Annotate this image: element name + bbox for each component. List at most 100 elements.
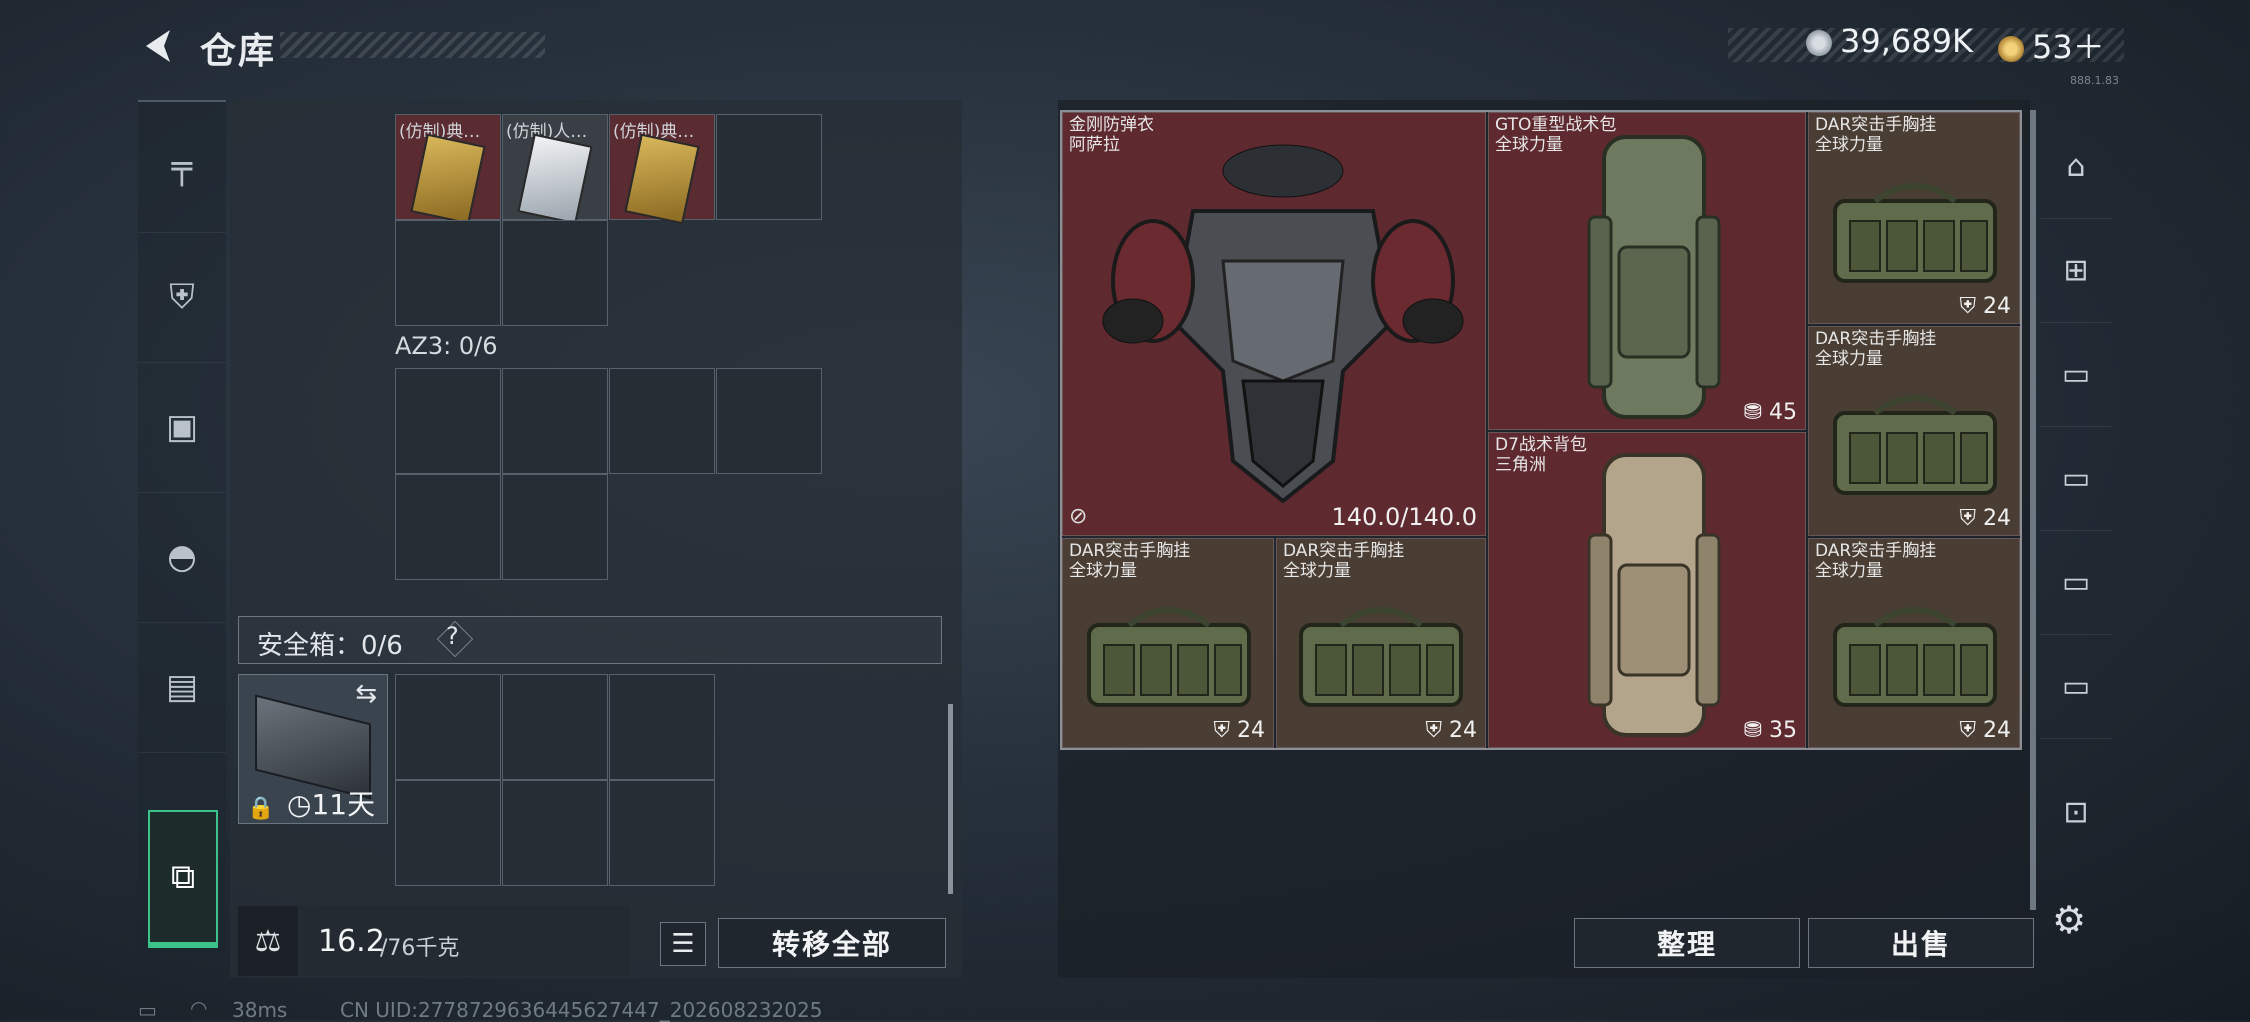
- sort-button[interactable]: 整理: [1574, 918, 1800, 968]
- bag2-count: 35: [1769, 718, 1797, 743]
- rig-capacity-icon: ⛨: [1959, 718, 1983, 743]
- slot-4-icon[interactable]: ▭: [2040, 530, 2112, 635]
- chest-rig-icon: [1299, 607, 1463, 707]
- sidebar-item-armor[interactable]: ⛨: [138, 232, 226, 363]
- vault-icon[interactable]: ⌂: [2040, 114, 2112, 219]
- empty-slot[interactable]: [395, 474, 501, 580]
- sell-button[interactable]: 出售: [1808, 918, 2034, 968]
- empty-slot[interactable]: [502, 674, 608, 780]
- item-armor[interactable]: 金刚防弹衣 阿萨拉 ⊘ 140.0/140.0: [1062, 112, 1486, 536]
- toolbox-icon: ⧉: [170, 857, 196, 897]
- empty-slot[interactable]: [609, 368, 715, 474]
- rig-count: 24: [1237, 718, 1265, 743]
- sidebar-item-rig[interactable]: ▤: [138, 622, 226, 753]
- empty-slot[interactable]: [395, 780, 501, 886]
- capacity-icon: ⛃: [1743, 718, 1769, 743]
- battery-icon: ▭: [138, 998, 157, 1022]
- rig-capacity-icon: ⛨: [1213, 718, 1237, 743]
- safebox-label: 安全箱：0/6: [257, 631, 403, 661]
- empty-slot[interactable]: [716, 114, 822, 220]
- weight-icon: ⚖: [238, 906, 298, 976]
- bag2-capacity: ⛃ 35: [1744, 718, 1797, 743]
- ping-label: 38ms: [232, 998, 288, 1022]
- inventory-item[interactable]: (仿制)典…: [395, 114, 501, 225]
- rig-count: 24: [1983, 718, 2011, 743]
- empty-slot[interactable]: [716, 368, 822, 474]
- rig-name: DAR突击手胸挂: [1283, 541, 1405, 561]
- item-name: DAR突击手胸挂 全球力量: [1069, 541, 1190, 581]
- sidebar-item-backpack[interactable]: ▣: [138, 362, 226, 493]
- backpack-icon: ▣: [165, 407, 199, 447]
- armor-durability: 140.0/140.0: [1331, 503, 1478, 531]
- backpack-icon: [1587, 453, 1721, 737]
- inventory-item[interactable]: (仿制)人…: [502, 114, 608, 225]
- item-chest-rig[interactable]: DAR突击手胸挂 全球力量 ⛨ 24: [1808, 538, 2020, 748]
- item-chest-rig[interactable]: DAR突击手胸挂 全球力量 ⛨ 24: [1062, 538, 1274, 748]
- slot-3-icon[interactable]: ▭: [2040, 426, 2112, 531]
- card-icon: [410, 133, 486, 225]
- rig-capacity: ⛨ 24: [1960, 718, 2012, 743]
- rig-count: 24: [1983, 506, 2011, 531]
- weapon-icon: ╤: [171, 147, 193, 187]
- weight-current: 16.2: [318, 924, 385, 959]
- armor-vest-icon: [1102, 144, 1464, 504]
- back-arrow-icon[interactable]: [138, 26, 178, 66]
- rig-name: DAR突击手胸挂: [1069, 541, 1191, 561]
- list-view-icon[interactable]: ☰: [660, 922, 706, 966]
- rig-name: DAR突击手胸挂: [1815, 541, 1937, 561]
- sidebar-item-toolbox[interactable]: ⧉: [148, 810, 218, 948]
- rig-capacity: ⛨ 24: [1214, 718, 1266, 743]
- item-backpack-d7[interactable]: D7战术背包 三角洲 ⛃ 35: [1488, 432, 1806, 748]
- swap-icon[interactable]: ⇆: [355, 679, 377, 709]
- left-scrollbar[interactable]: [948, 704, 953, 894]
- rig-capacity: ⛨ 24: [1426, 718, 1478, 743]
- rig-name: DAR突击手胸挂: [1815, 115, 1937, 135]
- card-icon: [624, 133, 700, 225]
- empty-slot[interactable]: [395, 368, 501, 474]
- chest-rig-icon: [1833, 607, 1997, 707]
- item-name: DAR突击手胸挂 全球力量: [1815, 115, 1936, 155]
- ticket-amount: 53＋: [2032, 28, 2105, 66]
- empty-slot[interactable]: [395, 220, 501, 326]
- empty-slot[interactable]: [609, 780, 715, 886]
- item-chest-rig[interactable]: DAR突击手胸挂 全球力量 ⛨ 24: [1276, 538, 1486, 748]
- empty-slot[interactable]: [502, 474, 608, 580]
- card-icon: [517, 133, 593, 225]
- empty-slot[interactable]: [395, 674, 501, 780]
- rig-capacity: ⛨ 24: [1960, 506, 2012, 531]
- inventory-item[interactable]: (仿制)典…: [609, 114, 715, 225]
- folder-slot-icon[interactable]: ▭: [2040, 322, 2112, 427]
- title-stripe: [280, 32, 545, 58]
- slot-5-icon[interactable]: ▭: [2040, 634, 2112, 739]
- bag2-origin: 三角洲: [1495, 455, 1546, 475]
- safebox-card[interactable]: ⇆ 🔒 ◷11天: [238, 674, 388, 824]
- item-backpack-gto[interactable]: GTO重型战术包 全球力量 ⛃ 45: [1488, 112, 1806, 430]
- sidebar-item-helmet[interactable]: ◓: [138, 492, 226, 623]
- rig-origin: 全球力量: [1815, 349, 1883, 369]
- item-chest-rig[interactable]: DAR突击手胸挂 全球力量 ⛨ 24: [1808, 112, 2020, 324]
- armor-icon: ⛨: [169, 277, 195, 317]
- item-chest-rig[interactable]: DAR突击手胸挂 全球力量 ⛨ 24: [1808, 326, 2020, 536]
- item-name: DAR突击手胸挂 全球力量: [1815, 541, 1936, 581]
- item-name: DAR突击手胸挂 全球力量: [1815, 329, 1936, 369]
- safebox-icon[interactable]: ⊡: [2040, 760, 2112, 864]
- helmet-icon: ◓: [167, 537, 197, 577]
- settings-icon[interactable]: ⚙: [2052, 898, 2086, 942]
- coin-icon: [1806, 30, 1832, 56]
- empty-slot[interactable]: [502, 368, 608, 474]
- empty-slot[interactable]: [502, 220, 608, 326]
- transfer-all-button[interactable]: 转移全部: [718, 918, 946, 968]
- currency-tickets[interactable]: 53＋: [1998, 22, 2105, 68]
- empty-slot[interactable]: [609, 674, 715, 780]
- currency-coins[interactable]: 39,689K: [1806, 22, 1973, 60]
- empty-slot[interactable]: [502, 780, 608, 886]
- rig-count: 24: [1983, 294, 2011, 319]
- no-repair-icon: ⊘: [1069, 504, 1088, 529]
- sidebar-item-weapon[interactable]: ╤: [138, 102, 226, 233]
- capacity-icon: ⛃: [1743, 400, 1769, 425]
- right-scrollbar[interactable]: [2030, 110, 2036, 910]
- page-title: 仓库: [200, 31, 277, 72]
- weight-total: /76千克: [380, 936, 460, 961]
- add-slot-icon[interactable]: ⊞: [2040, 218, 2112, 323]
- bag1-count: 45: [1769, 400, 1797, 425]
